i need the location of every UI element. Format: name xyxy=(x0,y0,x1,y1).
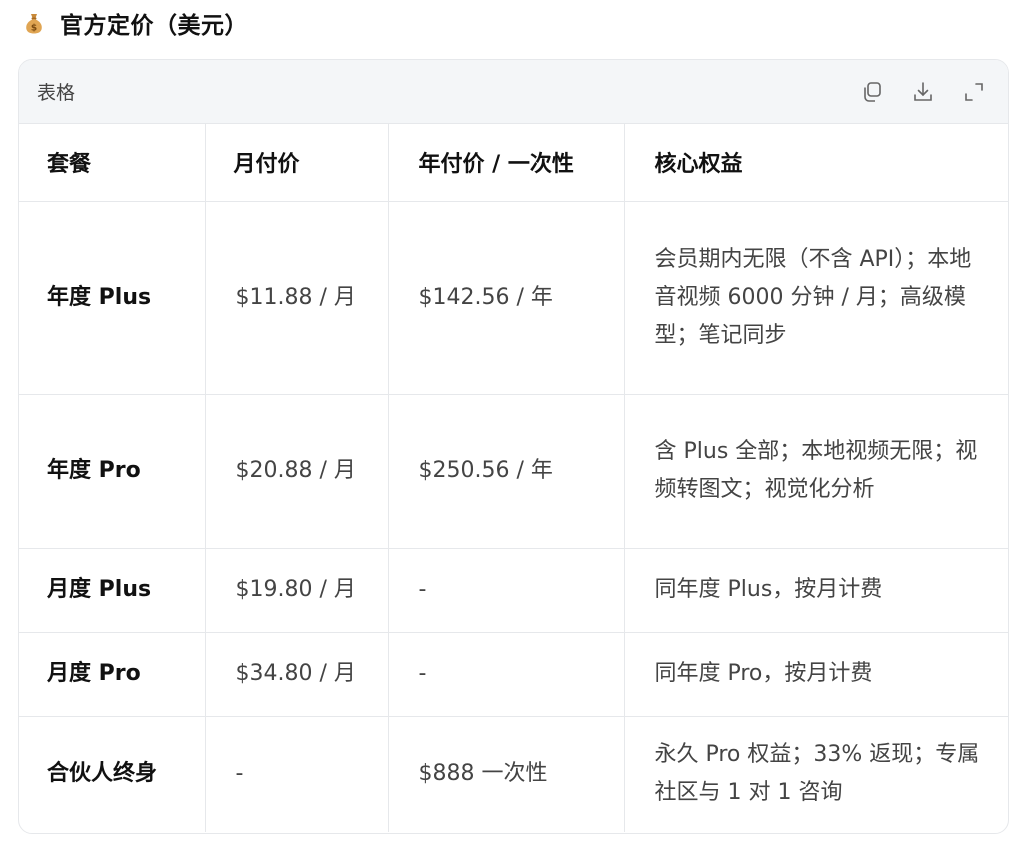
section-heading: $ 官方定价（美元） xyxy=(22,6,248,40)
benefits-cell: 永久 Pro 权益；33% 返现；专属社区与 1 对 1 咨询 xyxy=(654,742,980,806)
yearly-price-cell: $142.56 / 年 xyxy=(388,201,625,395)
benefits-cell: 会员期内无限（不含 API）；本地音视频 6000 分钟 / 月；高级模型；笔记… xyxy=(624,201,1008,395)
table-toolbar: 表格 xyxy=(19,60,1008,124)
yearly-price-cell: - xyxy=(388,632,625,717)
column-header-yearly-price: 年付价 / 一次性 xyxy=(388,124,625,202)
pricing-table: 套餐 月付价 年付价 / 一次性 核心权益 年度 Plus $11.88 / 月… xyxy=(19,124,1008,832)
plan-name-cell: 月度 Plus xyxy=(19,548,206,633)
download-button[interactable] xyxy=(909,78,937,106)
benefits-cell: 同年度 Plus，按月计费 xyxy=(624,548,1008,633)
monthly-price-cell: - xyxy=(205,716,389,832)
copy-icon xyxy=(864,81,881,102)
monthly-price-cell: $20.88 / 月 xyxy=(205,394,389,549)
table-row: 月度 Plus $19.80 / 月 - 同年度 Plus，按月计费 xyxy=(19,548,1008,633)
page-title: 官方定价（美元） xyxy=(60,13,248,39)
yearly-price-cell: - xyxy=(388,548,625,633)
benefits-cell: 含 Plus 全部；本地视频无限；视频转图文；视觉化分析 xyxy=(624,394,1008,549)
plan-name-cell: 年度 Plus xyxy=(19,201,206,395)
table-row: 月度 Pro $34.80 / 月 - 同年度 Pro，按月计费 xyxy=(19,632,1008,717)
table-header-row: 套餐 月付价 年付价 / 一次性 核心权益 xyxy=(19,124,1008,202)
monthly-price-cell: $19.80 / 月 xyxy=(205,548,389,633)
plan-name-cell: 月度 Pro xyxy=(19,632,206,717)
money-bag-icon: $ xyxy=(22,11,46,35)
yearly-price-cell: $888 一次性 xyxy=(388,716,625,832)
monthly-price-cell: $34.80 / 月 xyxy=(205,632,389,717)
expand-icon xyxy=(965,82,983,101)
table-row: 年度 Pro $20.88 / 月 $250.56 / 年 含 Plus 全部；… xyxy=(19,394,1008,549)
copy-button[interactable] xyxy=(858,78,886,106)
yearly-price-cell: $250.56 / 年 xyxy=(388,394,625,549)
monthly-price-cell: $11.88 / 月 xyxy=(205,201,389,395)
plan-name-cell: 年度 Pro xyxy=(19,394,206,549)
table-label: 表格 xyxy=(37,82,76,104)
column-header-plan: 套餐 xyxy=(19,124,206,202)
expand-button[interactable] xyxy=(960,78,988,106)
column-header-benefits: 核心权益 xyxy=(624,124,1008,202)
svg-text:$: $ xyxy=(31,24,37,34)
table-row: 合伙人终身 - $888 一次性 永久 Pro 权益；33% 返现；专属社区与 … xyxy=(19,716,1008,832)
plan-name-cell: 合伙人终身 xyxy=(19,716,206,832)
table-card: 表格 套餐 月付价 年付价 / 一次性 核心权益 年度 Plus $11.88 … xyxy=(18,59,1009,834)
benefits-cell: 同年度 Pro，按月计费 xyxy=(624,632,1008,717)
download-icon xyxy=(914,81,932,101)
column-header-monthly-price: 月付价 xyxy=(205,124,389,202)
table-row: 年度 Plus $11.88 / 月 $142.56 / 年 会员期内无限（不含… xyxy=(19,201,1008,395)
